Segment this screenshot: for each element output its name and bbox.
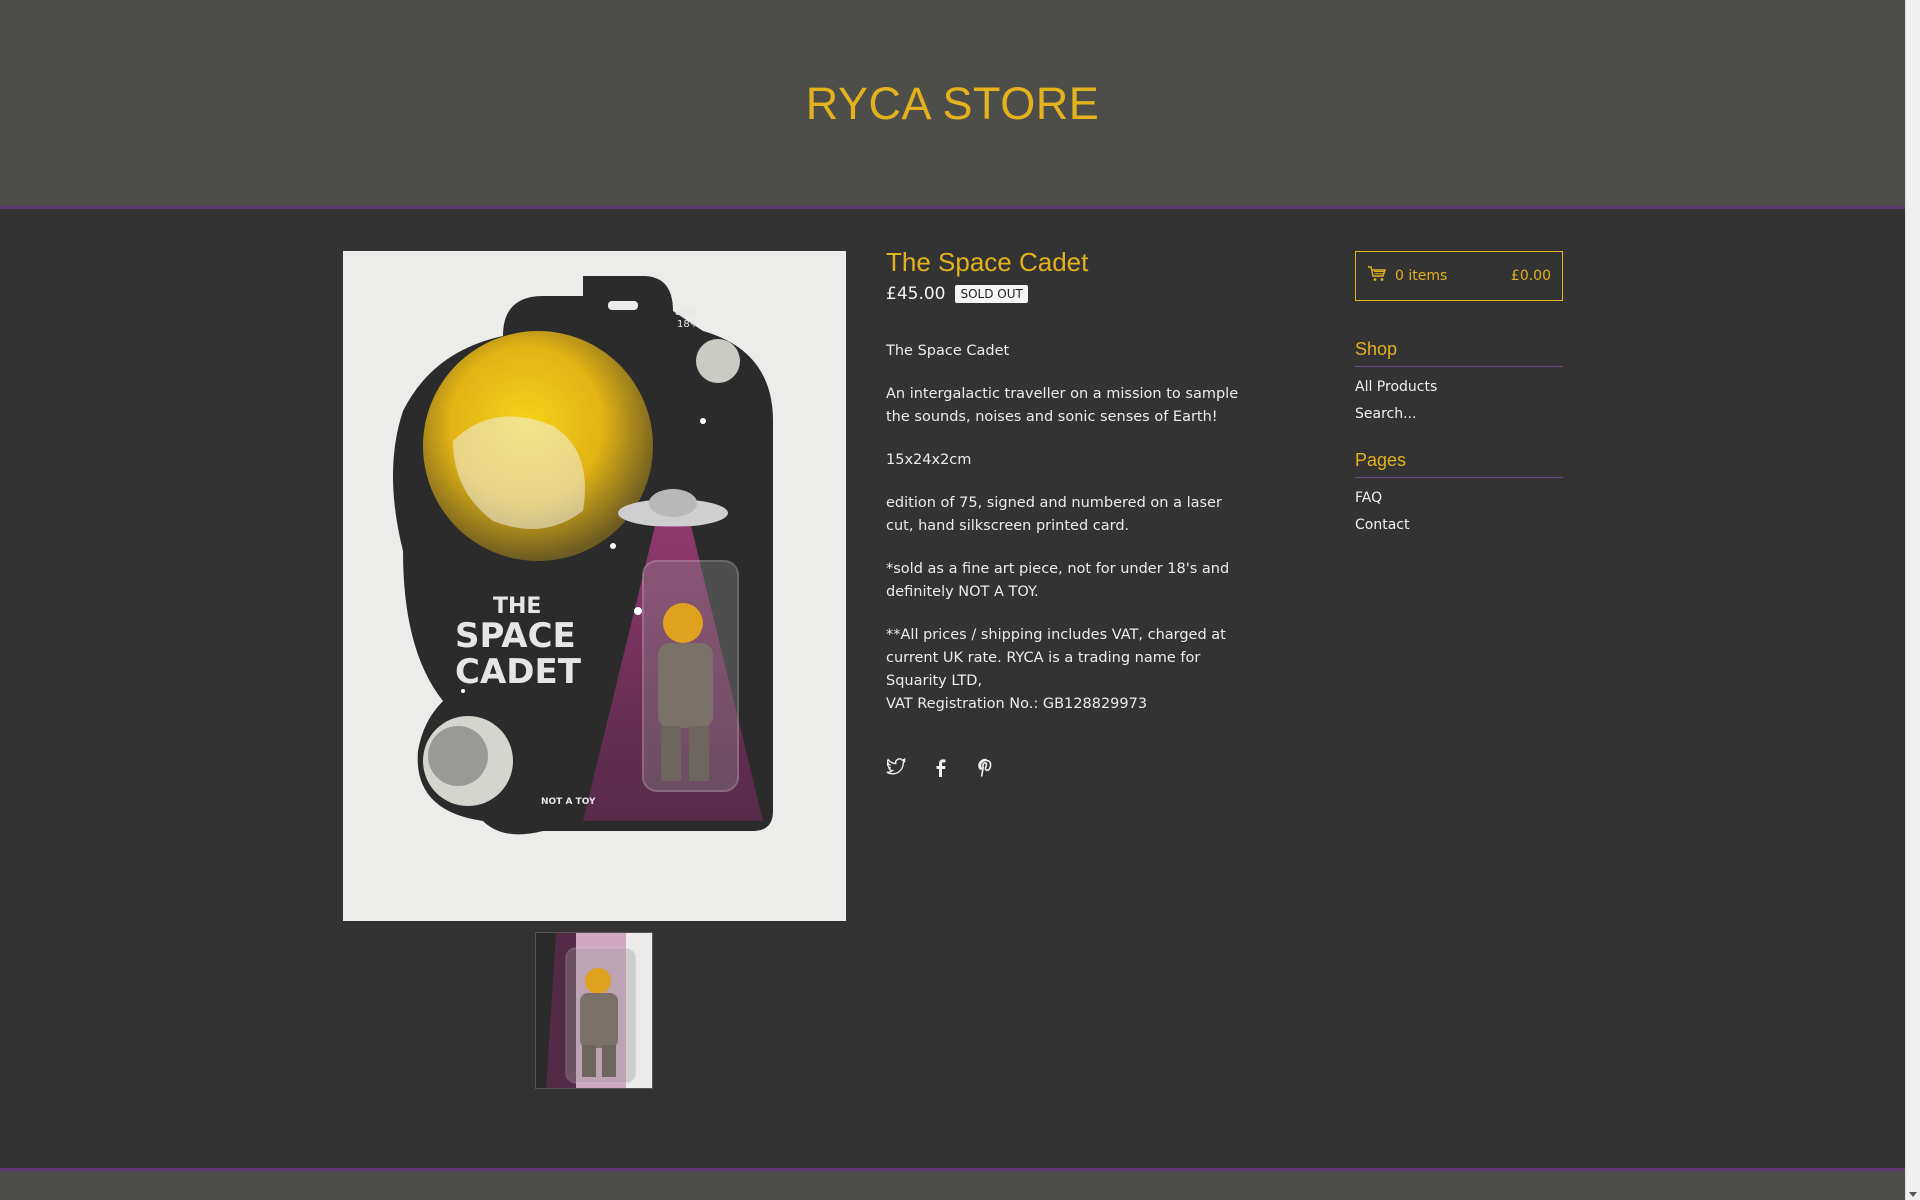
nav-faq[interactable]: FAQ	[1355, 488, 1563, 508]
product-description: The Space Cadet An intergalactic travell…	[886, 340, 1241, 716]
description-paragraph: 15x24x2cm	[886, 452, 972, 468]
product-price: £45.00	[886, 284, 946, 304]
description-paragraph: edition of 75, signed and numbered on a …	[886, 495, 1222, 534]
site-footer	[0, 1168, 1905, 1200]
vertical-scrollbar[interactable]	[1905, 0, 1920, 1200]
cart-item-count: 0 items	[1395, 268, 1448, 284]
svg-text:NOT A TOY: NOT A TOY	[541, 797, 596, 807]
facebook-icon[interactable]	[931, 758, 951, 778]
vat-registration: VAT Registration No.: GB128829973	[886, 696, 1148, 712]
nav-all-products[interactable]: All Products	[1355, 377, 1563, 397]
description-paragraph: The Space Cadet	[886, 343, 1010, 359]
description-paragraph: An intergalactic traveller on a mission …	[886, 386, 1239, 425]
scroll-down-arrow-icon[interactable]	[1909, 1192, 1917, 1197]
description-paragraph: **All prices / shipping includes VAT, ch…	[886, 627, 1226, 689]
svg-text:ages: ages	[675, 307, 699, 318]
cart-summary-button[interactable]: 0 items £0.00	[1355, 251, 1563, 301]
product-title: The Space Cadet	[886, 247, 1089, 277]
pages-heading: Pages	[1355, 450, 1563, 478]
svg-text:CADET: CADET	[455, 652, 582, 692]
price-row: £45.00 SOLD OUT	[886, 284, 1241, 304]
product-info: The Space Cadet £45.00 SOLD OUT The Spac…	[886, 246, 1241, 777]
social-share	[886, 757, 996, 778]
cart-total: £0.00	[1510, 268, 1551, 284]
nav-search[interactable]: Search...	[1355, 404, 1563, 424]
sidebar: 0 items £0.00 Shop All Products Search..…	[1355, 251, 1563, 535]
pinterest-icon[interactable]	[976, 758, 996, 778]
description-paragraph: *sold as a fine art piece, not for under…	[886, 561, 1230, 600]
svg-text:18+: 18+	[677, 319, 698, 330]
sold-out-badge: SOLD OUT	[955, 285, 1028, 303]
store-title-link[interactable]: RYCA STORE	[0, 78, 1905, 130]
product-thumbnail[interactable]	[535, 932, 653, 1089]
product-main-image[interactable]: THE SPACE CADET NOT A TOY ages 18+	[343, 251, 846, 921]
nav-contact[interactable]: Contact	[1355, 515, 1563, 535]
shop-heading: Shop	[1355, 339, 1563, 367]
svg-text:SPACE: SPACE	[455, 616, 576, 656]
twitter-icon[interactable]	[886, 757, 906, 778]
cart-icon	[1367, 266, 1387, 286]
site-header: RYCA STORE	[0, 0, 1905, 209]
